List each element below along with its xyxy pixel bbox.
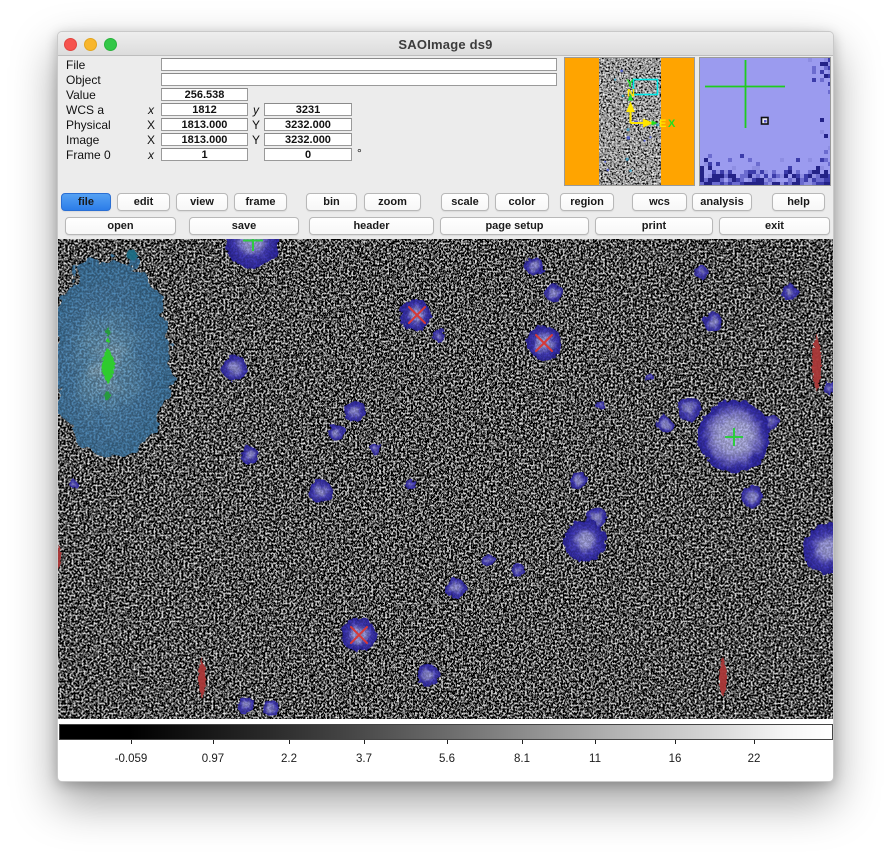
svg-text:E: E (659, 118, 666, 130)
svg-text:X: X (668, 118, 676, 130)
svg-text:N: N (627, 88, 635, 100)
